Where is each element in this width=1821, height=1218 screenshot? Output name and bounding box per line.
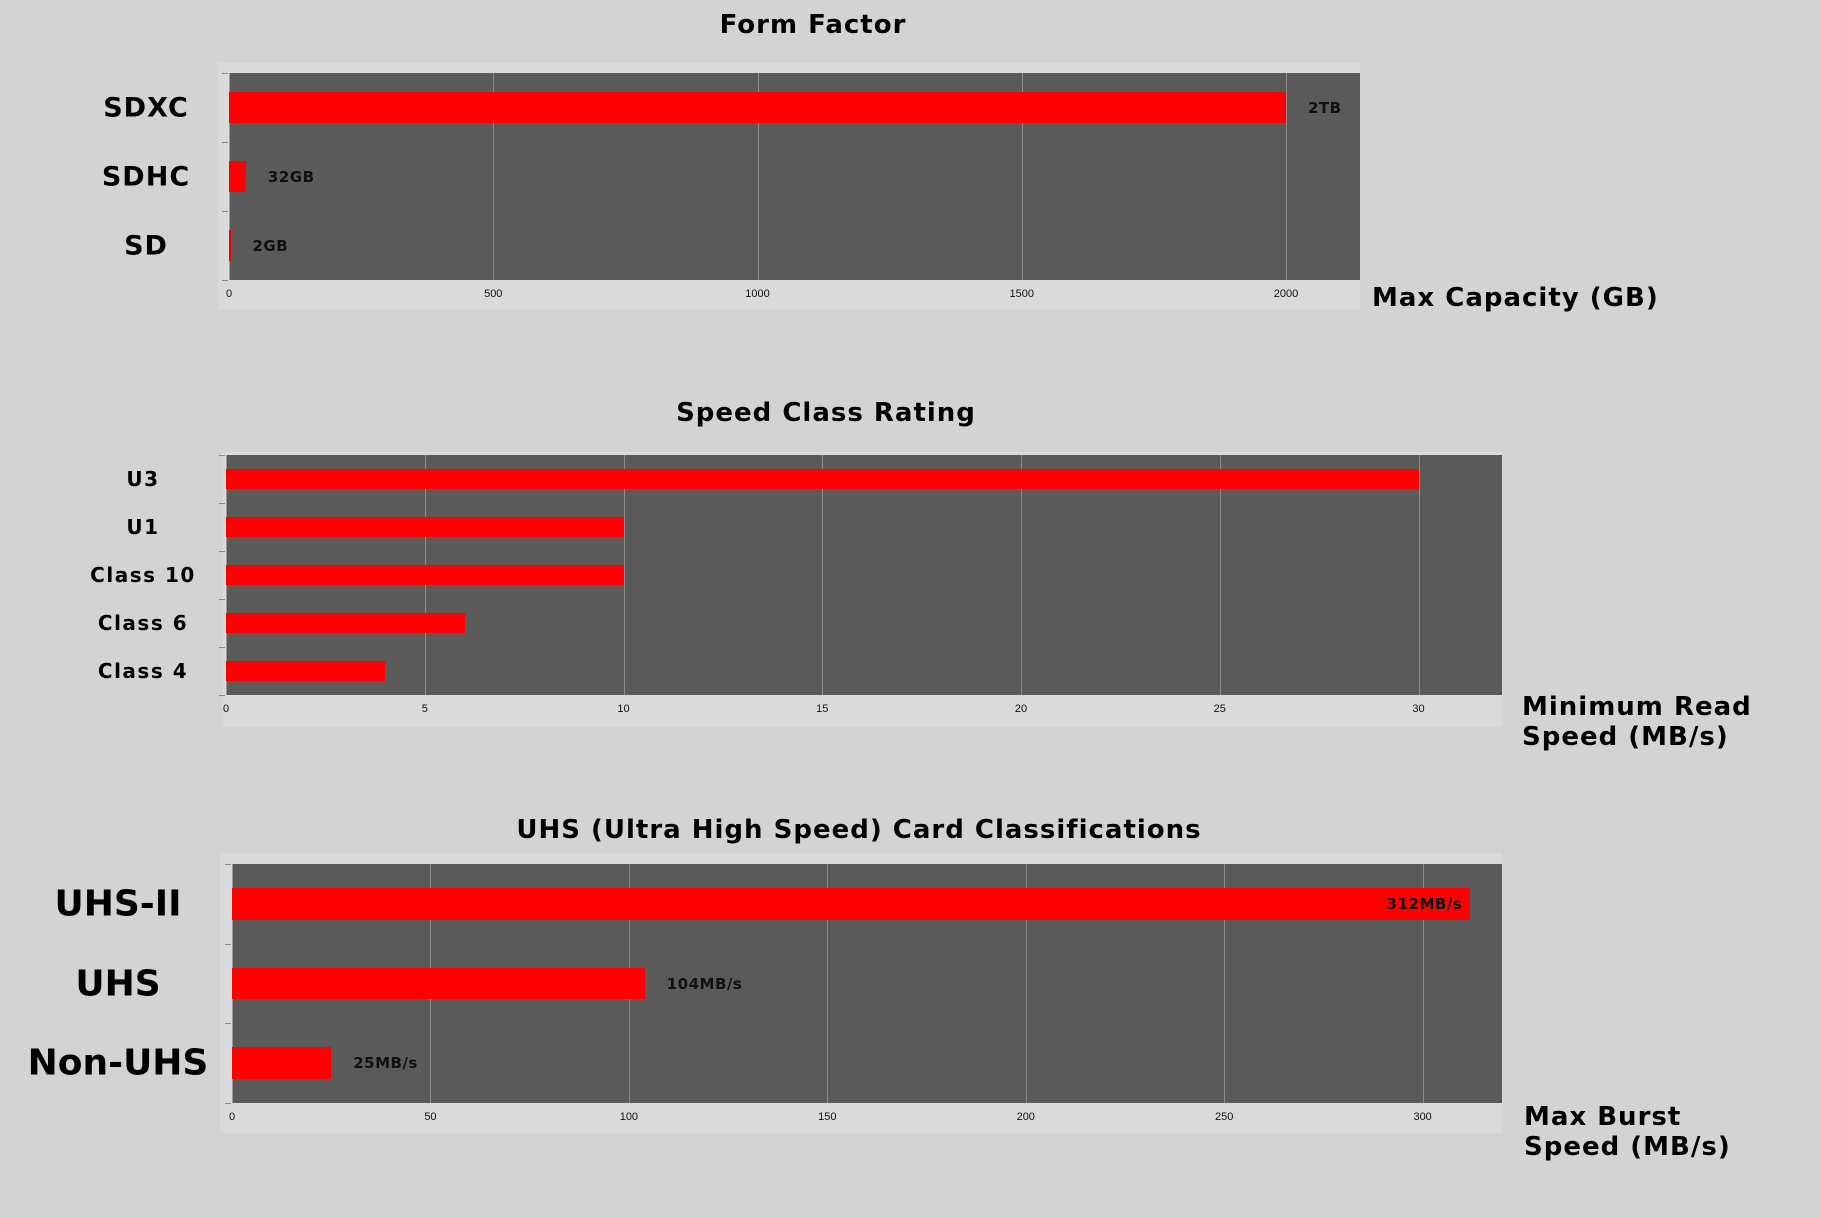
chart-3: UHS (Ultra High Speed) Card Classificati… [0,0,1821,1218]
x-tick-label: 0 [228,1111,236,1123]
data-label: 25MB/s [353,1054,418,1073]
x-axis-label-line: Speed (MB/s) [1524,1132,1731,1162]
bar [232,967,645,1000]
x-tick-label: 100 [619,1111,639,1123]
x-tick-label: 250 [1215,1111,1234,1123]
y-tick [225,1023,231,1025]
y-tick [225,943,231,945]
x-tick-label: 50 [424,1111,437,1123]
category-label: UHS-II [54,883,182,925]
bar [232,1047,332,1080]
category-label: UHS [75,963,161,1004]
y-tick [225,864,231,865]
x-tick-label: 200 [1016,1111,1035,1123]
x-axis-label-line: Max Burst [1524,1102,1682,1132]
bar [232,887,1471,920]
chart-title: UHS (Ultra High Speed) Card Classificati… [516,815,1202,845]
data-label: 104MB/s [666,974,743,993]
x-tick-label: 150 [818,1111,837,1123]
category-label: Non-UHS [27,1042,209,1084]
data-label: 312MB/s [1386,894,1463,913]
x-tick-label: 300 [1413,1111,1432,1123]
x-axis-label: Max Burst Speed (MB/s) [1524,1102,1731,1162]
y-tick [225,1103,231,1104]
